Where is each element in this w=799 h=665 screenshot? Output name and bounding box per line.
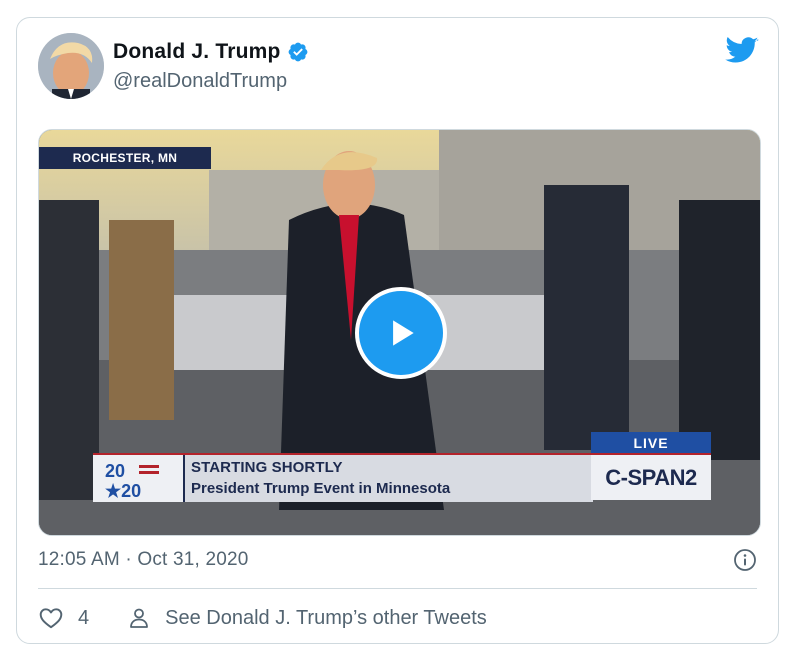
svg-text:★20: ★20 bbox=[105, 481, 141, 499]
other-tweets-link[interactable]: See Donald J. Trump’s other Tweets bbox=[127, 606, 487, 630]
author-name-row[interactable]: Donald J. Trump bbox=[113, 40, 309, 64]
info-icon[interactable] bbox=[733, 548, 757, 572]
divider bbox=[38, 588, 757, 589]
network-logo: C-SPAN2 bbox=[591, 453, 711, 500]
tweet-timestamp[interactable]: 12:05 AM · Oct 31, 2020 bbox=[38, 549, 249, 571]
tweet-card[interactable]: Donald J. Trump @realDonaldTrump ROCHEST… bbox=[16, 17, 779, 644]
display-name[interactable]: Donald J. Trump bbox=[113, 40, 281, 64]
election-2020-logo: 20 ★20 bbox=[93, 455, 185, 502]
location-tag: ROCHESTER, MN bbox=[39, 147, 211, 169]
avatar-image bbox=[38, 33, 104, 99]
avatar[interactable] bbox=[38, 33, 104, 99]
video-player[interactable]: ROCHESTER, MN 20 ★20 STARTING SHORTLY Pr… bbox=[38, 129, 761, 536]
election-logo-mark: 20 ★20 bbox=[105, 461, 159, 499]
twitter-bird-icon[interactable] bbox=[725, 37, 759, 65]
author-handle[interactable]: @realDonaldTrump bbox=[113, 70, 287, 93]
chyron-subtitle: President Trump Event in Minnesota bbox=[191, 480, 451, 497]
lower-third-banner: 20 ★20 STARTING SHORTLY President Trump … bbox=[93, 453, 593, 502]
verified-badge-icon bbox=[288, 42, 307, 62]
heart-icon bbox=[39, 608, 63, 629]
other-tweets-label: See Donald J. Trump’s other Tweets bbox=[165, 606, 487, 629]
live-badge: LIVE bbox=[591, 432, 711, 453]
play-icon bbox=[393, 320, 414, 346]
play-button[interactable] bbox=[355, 287, 447, 379]
like-count: 4 bbox=[78, 606, 90, 629]
tweet-actions: 4 See Donald J. Trump’s other Tweets bbox=[38, 603, 487, 633]
like-button[interactable]: 4 bbox=[38, 605, 89, 631]
person-icon bbox=[130, 608, 149, 628]
chyron-title: STARTING SHORTLY bbox=[191, 459, 343, 476]
svg-text:20: 20 bbox=[105, 461, 125, 481]
